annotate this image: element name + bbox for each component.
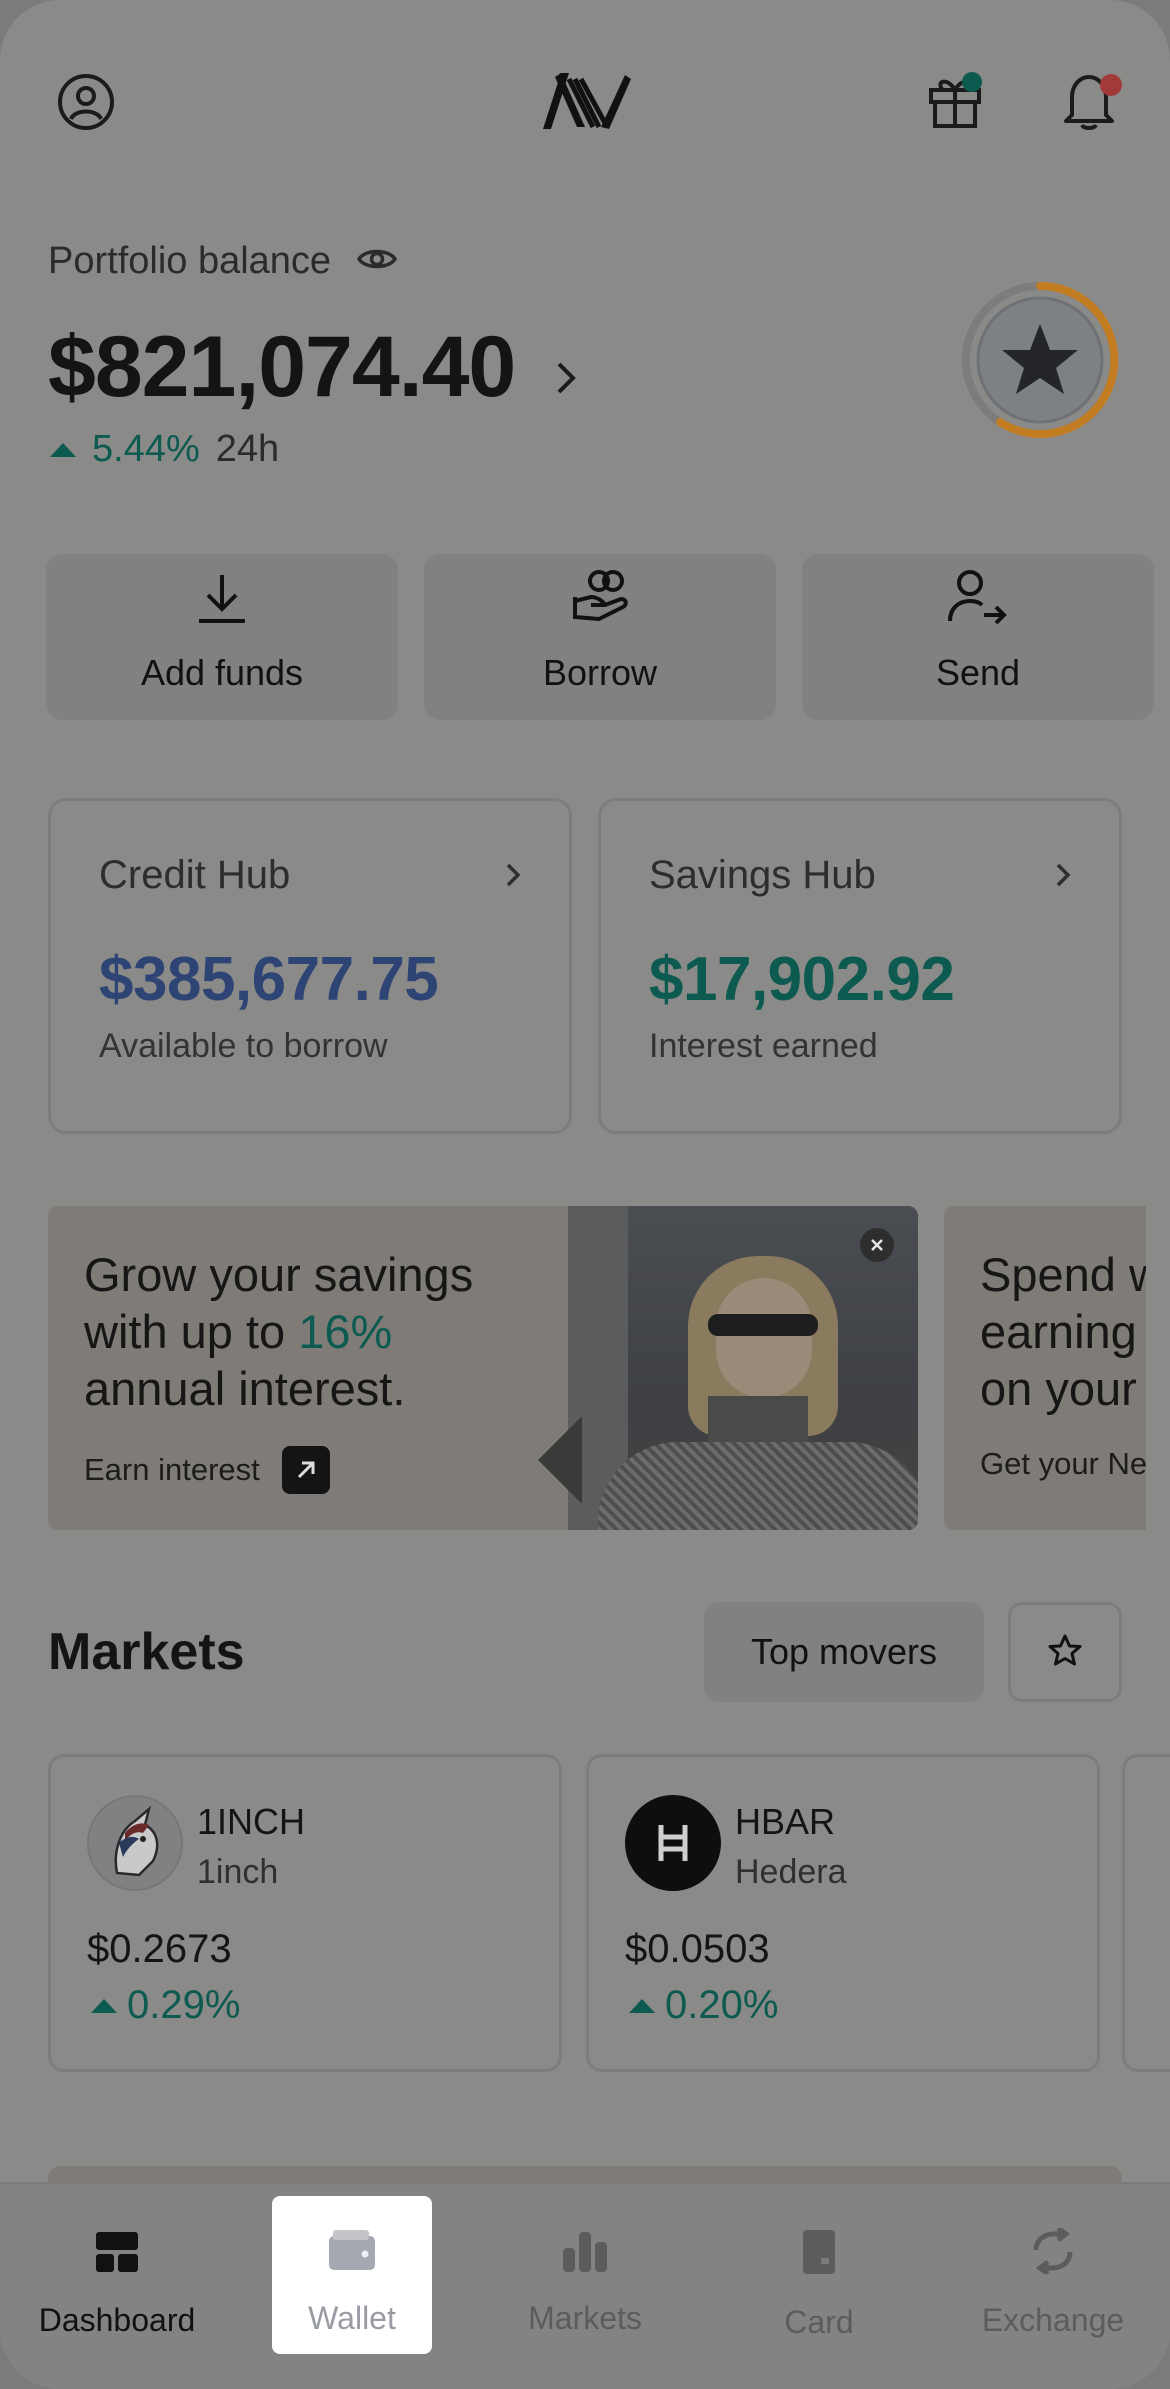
portfolio-change-period: 24h — [215, 428, 280, 470]
user-send-icon — [948, 569, 1008, 630]
dashboard-icon — [94, 2230, 140, 2282]
send-label: Send — [935, 652, 1021, 693]
savings-hub-card[interactable]: Savings Hub $17,902.92 Interest earned — [598, 798, 1122, 1134]
nexo-logo — [538, 68, 632, 132]
portfolio-change-value: 5.44% — [92, 428, 200, 470]
download-icon — [195, 573, 249, 630]
close-icon[interactable] — [860, 1228, 894, 1262]
nav-markets-label: Markets — [528, 2300, 642, 2336]
chevron-right-icon — [555, 318, 577, 417]
hedera-logo-icon — [625, 1795, 721, 1891]
nav-card-label: Card — [784, 2304, 854, 2340]
app-screen: Portfolio balance $821,074.40 5.44% 24h … — [0, 0, 1170, 2389]
portfolio-change: 5.44% 24h — [50, 428, 279, 471]
promo-link-text: Earn interest — [84, 1452, 260, 1487]
unicorn-logo-icon — [87, 1795, 183, 1891]
get-card-link[interactable]: Get your Ne — [980, 1446, 1146, 1482]
portfolio-balance-label: Portfolio balance — [48, 240, 398, 283]
earn-interest-link[interactable]: Earn interest — [84, 1446, 330, 1494]
top-movers-button[interactable]: Top movers — [704, 1602, 984, 1702]
chevron-right-icon — [505, 853, 521, 898]
nav-exchange[interactable]: Exchange — [936, 2182, 1170, 2389]
coin-price: $0.2673 — [87, 1927, 232, 1971]
bell-notification-dot — [1100, 74, 1122, 96]
add-funds-button[interactable]: Add funds — [46, 554, 398, 720]
coin-symbol: HBAR — [735, 1801, 836, 1842]
coin-symbol: 1INCH — [197, 1801, 306, 1842]
borrow-button[interactable]: Borrow — [424, 554, 776, 720]
promo-line-2: with up to — [84, 1305, 299, 1358]
hand-coins-icon — [571, 567, 629, 630]
promo-headline: Grow your savings with up to 16% annual … — [84, 1246, 473, 1417]
nav-wallet[interactable]: Wallet — [235, 2182, 469, 2389]
coin-name: 1inch — [197, 1853, 279, 1891]
card-icon — [801, 2228, 837, 2284]
bar-chart-icon — [561, 2228, 609, 2280]
loyalty-badge[interactable] — [960, 280, 1120, 440]
promo-card-savings[interactable]: Grow your savings with up to 16% annual … — [48, 1206, 918, 1530]
user-circle-icon[interactable] — [54, 70, 118, 134]
nav-dashboard[interactable]: Dashboard — [0, 2184, 234, 2389]
up-arrow-icon — [629, 1998, 655, 2013]
add-funds-label: Add funds — [140, 652, 304, 693]
portfolio-amount-text: $821,074.40 — [48, 319, 516, 415]
credit-hub-value: $385,677.75 — [99, 945, 439, 1014]
promo2-line-2: earning — [980, 1305, 1137, 1358]
chevron-right-icon — [1055, 853, 1071, 898]
promo-rate: 16% — [298, 1305, 393, 1358]
savings-hub-subtitle: Interest earned — [649, 1027, 878, 1065]
coin-card-1inch[interactable]: 1INCH 1inch $0.2673 0.29% — [48, 1754, 562, 2072]
savings-hub-title: Savings Hub — [649, 853, 876, 897]
credit-hub-card[interactable]: Credit Hub $385,677.75 Available to borr… — [48, 798, 572, 1134]
borrow-label: Borrow — [542, 652, 658, 693]
promo-headline-2: Spend w earning on your — [980, 1246, 1146, 1417]
send-button[interactable]: Send — [802, 554, 1154, 720]
promo2-line-1: Spend w — [980, 1248, 1146, 1301]
nav-wallet-label: Wallet — [308, 2300, 396, 2336]
wallet-icon — [327, 2228, 377, 2280]
nav-dashboard-label: Dashboard — [38, 2302, 196, 2338]
nav-card[interactable]: Card — [702, 2182, 936, 2389]
credit-hub-subtitle: Available to borrow — [99, 1027, 388, 1065]
markets-title: Markets — [48, 1623, 245, 1681]
portfolio-label-text: Portfolio balance — [48, 240, 332, 282]
portfolio-amount[interactable]: $821,074.40 — [48, 318, 577, 417]
star-outline-icon — [1047, 1633, 1083, 1672]
eye-icon[interactable] — [357, 240, 398, 283]
nav-markets[interactable]: Markets — [468, 2182, 702, 2389]
coin-price: $0.0503 — [625, 1927, 770, 1971]
credit-hub-title: Credit Hub — [99, 853, 291, 897]
coin-card-hbar[interactable]: HBAR Hedera $0.0503 0.20% — [586, 1754, 1100, 2072]
exchange-icon — [1030, 2226, 1076, 2282]
nav-exchange-label: Exchange — [981, 2302, 1125, 2338]
promo-line-3: annual interest. — [84, 1362, 406, 1415]
savings-hub-value: $17,902.92 — [649, 945, 955, 1014]
coin-change-value: 0.29% — [127, 1983, 241, 2027]
up-arrow-icon — [91, 1998, 117, 2013]
up-arrow-icon — [50, 442, 76, 457]
promo-line-1: Grow your savings — [84, 1248, 474, 1301]
promo2-line-3: on your — [980, 1362, 1137, 1415]
gift-notification-dot — [962, 72, 982, 92]
promo-card-card[interactable]: Spend w earning on your Get your Ne — [944, 1206, 1146, 1530]
coin-card-partial[interactable] — [1122, 1754, 1170, 2072]
coin-change: 0.20% — [629, 1983, 778, 2028]
top-movers-label: Top movers — [750, 1631, 938, 1672]
arrow-up-right-icon — [281, 1446, 330, 1494]
coin-change-value: 0.20% — [665, 1983, 779, 2027]
favorites-button[interactable] — [1008, 1602, 1122, 1702]
coin-name: Hedera — [735, 1853, 847, 1891]
coin-change: 0.29% — [91, 1983, 240, 2028]
promo2-link-text: Get your Ne — [980, 1446, 1146, 1481]
